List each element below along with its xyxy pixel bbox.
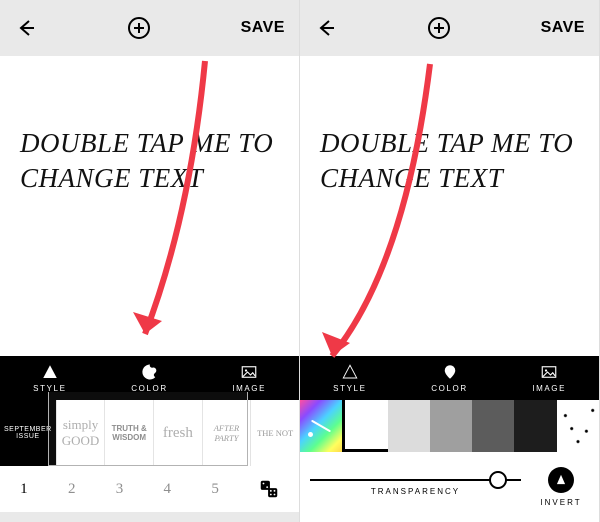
tab-image[interactable]: IMAGE	[499, 356, 599, 400]
slider-label: TRANSPARENCY	[371, 487, 460, 496]
swatch-black[interactable]	[514, 400, 556, 452]
swatch-gray-3[interactable]	[472, 400, 514, 452]
color-icon	[441, 363, 459, 381]
back-arrow-icon	[14, 16, 38, 40]
tab-color[interactable]: COLOR	[400, 356, 500, 400]
slider-handle[interactable]	[489, 471, 507, 489]
style-preset-4[interactable]: fresh	[154, 400, 202, 466]
plus-circle-icon	[427, 16, 451, 40]
tab-color[interactable]: COLOR	[100, 356, 200, 400]
canvas[interactable]: DOUBLE TAP ME TO CHANGE TEXT	[0, 56, 299, 356]
page-4[interactable]: 4	[143, 481, 191, 498]
swatch-gray-2[interactable]	[430, 400, 472, 452]
add-button[interactable]	[427, 16, 451, 40]
dice-icon	[258, 478, 280, 500]
back-button[interactable]	[314, 16, 338, 40]
tab-label: STYLE	[33, 384, 66, 393]
style-preset-label: simply GOOD	[61, 417, 101, 449]
transparency-slider[interactable]: TRANSPARENCY	[310, 479, 521, 496]
tab-label: IMAGE	[532, 384, 566, 393]
style-preset-label: AFTER PARTY	[207, 423, 247, 443]
page-5[interactable]: 5	[191, 481, 239, 498]
invert-circle	[548, 467, 574, 493]
editable-text[interactable]: DOUBLE TAP ME TO CHANGE TEXT	[20, 80, 279, 196]
tab-label: COLOR	[431, 384, 467, 393]
swatch-gray-1[interactable]	[388, 400, 430, 452]
topbar: SAVE	[0, 0, 299, 56]
style-preset-6[interactable]: THE NOT	[251, 400, 299, 466]
page-3[interactable]: 3	[96, 481, 144, 498]
style-preset-label: THE NOT	[257, 428, 293, 438]
slider-track[interactable]	[310, 479, 521, 481]
page-2[interactable]: 2	[48, 481, 96, 498]
swatch-picker[interactable]	[300, 400, 342, 452]
add-button[interactable]	[127, 16, 151, 40]
editor-tabs: STYLE COLOR IMAGE	[0, 356, 299, 400]
image-icon	[540, 363, 558, 381]
shuffle-button[interactable]	[239, 478, 299, 500]
editable-text[interactable]: DOUBLE TAP ME TO CHANGE TEXT	[320, 80, 579, 196]
style-icon	[41, 363, 59, 381]
invert-icon	[554, 473, 568, 487]
style-preset-2[interactable]: simply GOOD	[57, 400, 105, 466]
invert-button[interactable]: INVERT	[533, 467, 589, 507]
tab-style[interactable]: STYLE	[0, 356, 100, 400]
page-1[interactable]: 1	[0, 481, 48, 498]
invert-label: INVERT	[540, 498, 581, 507]
style-preset-3[interactable]: TRUTH & WISDOM	[105, 400, 153, 466]
plus-circle-icon	[127, 16, 151, 40]
tab-label: COLOR	[131, 384, 167, 393]
tab-label: IMAGE	[232, 384, 266, 393]
color-icon	[141, 363, 159, 381]
style-presets: SEPTEMBER ISSUE simply GOOD TRUTH & WISD…	[0, 400, 299, 466]
style-preset-1[interactable]: SEPTEMBER ISSUE	[0, 400, 56, 466]
phone-right: SAVE DOUBLE TAP ME TO CHANGE TEXT STYLE …	[300, 0, 600, 522]
style-preset-label: TRUTH & WISDOM	[109, 424, 149, 442]
topbar: SAVE	[300, 0, 599, 56]
swatch-white[interactable]	[342, 400, 387, 452]
save-button[interactable]: SAVE	[541, 19, 585, 37]
style-preset-label: fresh	[163, 425, 193, 442]
canvas[interactable]: DOUBLE TAP ME TO CHANGE TEXT	[300, 56, 599, 356]
image-icon	[240, 363, 258, 381]
save-button[interactable]: SAVE	[241, 19, 285, 37]
pagination: 1 2 3 4 5	[0, 466, 299, 512]
editor-tabs: STYLE COLOR IMAGE	[300, 356, 599, 400]
tab-style[interactable]: STYLE	[300, 356, 400, 400]
slider-row: TRANSPARENCY INVERT	[300, 452, 599, 522]
tab-image[interactable]: IMAGE	[199, 356, 299, 400]
color-swatches	[300, 400, 599, 452]
style-preset-5[interactable]: AFTER PARTY	[203, 400, 251, 466]
back-button[interactable]	[14, 16, 38, 40]
style-icon	[341, 363, 359, 381]
swatch-texture[interactable]	[557, 400, 599, 452]
style-preset-label: SEPTEMBER ISSUE	[4, 426, 52, 440]
back-arrow-icon	[314, 16, 338, 40]
tab-label: STYLE	[333, 384, 366, 393]
phone-left: SAVE DOUBLE TAP ME TO CHANGE TEXT STYLE …	[0, 0, 300, 522]
